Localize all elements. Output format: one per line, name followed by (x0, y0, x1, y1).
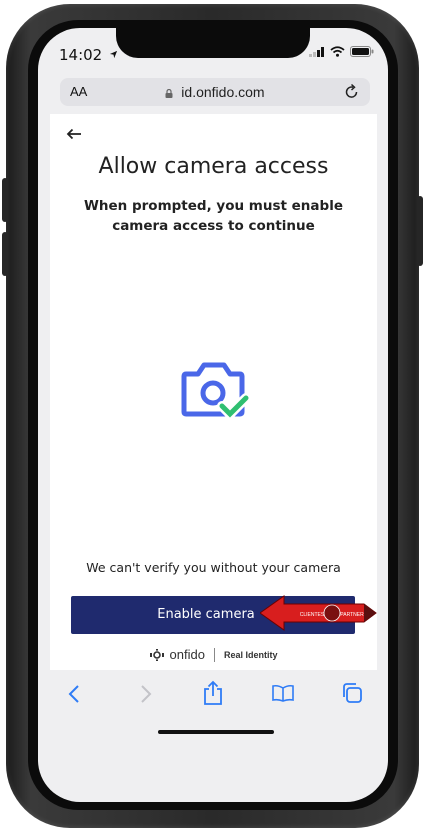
notch (116, 28, 310, 58)
status-icons (309, 46, 374, 57)
status-time: 14:02 (59, 46, 118, 64)
camera-required-note: We can't verify you without your camera (86, 560, 341, 575)
phone-screen: 14:02 AA id.onfido.com Allow camera acce… (38, 28, 388, 802)
promo-pointer-overlay: CLIENTES PARTNER (260, 595, 377, 631)
reload-icon[interactable] (344, 83, 360, 101)
location-arrow-icon (109, 50, 118, 59)
phone-mockup: 14:02 AA id.onfido.com Allow camera acce… (0, 0, 425, 832)
page-subtitle: When prompted, you must enable camera ac… (84, 198, 343, 234)
camera-check-illustration (181, 362, 250, 422)
bookmarks-icon[interactable] (272, 684, 294, 702)
page-title: Allow camera access (98, 154, 329, 179)
url-text: id.onfido.com (181, 84, 265, 100)
chevron-left-icon[interactable] (68, 684, 80, 704)
chevron-right-icon[interactable] (140, 684, 152, 704)
status-time-text: 14:02 (59, 46, 103, 64)
brand-name: onfido (169, 647, 205, 662)
url-display[interactable]: id.onfido.com (60, 84, 370, 100)
side-button (2, 178, 8, 222)
brand-tagline: Real Identity (223, 649, 278, 660)
side-button (2, 232, 8, 276)
onfido-logo-icon (149, 648, 164, 661)
home-indicator (158, 730, 274, 734)
lock-icon (165, 89, 173, 98)
onfido-branding: onfido Real Identity (50, 647, 377, 662)
address-bar[interactable]: AA id.onfido.com (60, 78, 370, 106)
signal-icon (309, 46, 324, 57)
wifi-icon (330, 46, 345, 57)
back-arrow-icon[interactable] (66, 128, 82, 140)
overlay-badge-left: CLIENTES (300, 612, 325, 618)
side-button (417, 196, 423, 266)
battery-icon (350, 46, 374, 57)
overlay-badge-right: PARTNER (340, 612, 364, 618)
brand-divider (213, 647, 215, 662)
safari-toolbar (38, 670, 388, 720)
enable-camera-label: Enable camera (157, 607, 255, 622)
tabs-icon[interactable] (341, 682, 363, 704)
share-icon[interactable] (203, 680, 223, 706)
onfido-page: Allow camera access When prompted, you m… (50, 114, 377, 670)
